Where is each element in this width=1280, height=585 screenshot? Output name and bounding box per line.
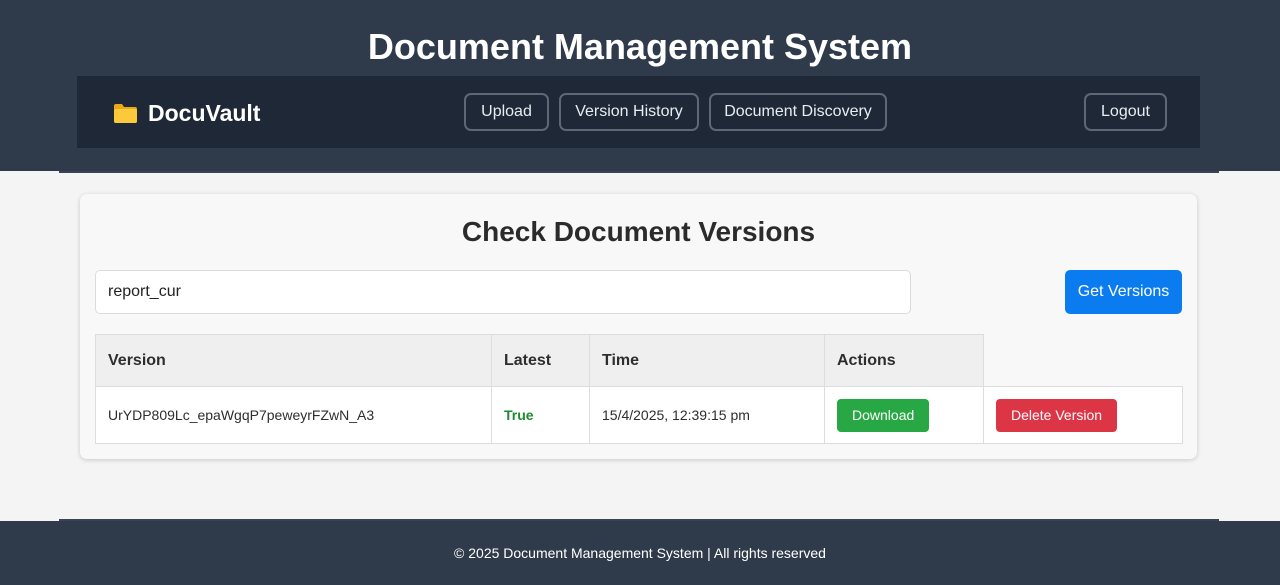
nav-version-history-button[interactable]: Version History: [559, 93, 699, 131]
folder-icon: [113, 103, 138, 124]
navbar: DocuVault Upload Version History Documen…: [77, 76, 1200, 148]
column-header-empty: [983, 334, 1183, 387]
download-button[interactable]: Download: [837, 398, 930, 432]
version-id-cell: UrYDP809Lc_epaWgqP7peweyrFZwN_A3: [95, 386, 492, 444]
versions-table: Version Latest Time Actions UrYDP809Lc_e…: [95, 334, 1183, 444]
versions-card: Check Document Versions Get Versions Ver…: [80, 194, 1197, 459]
brand-logo[interactable]: DocuVault: [113, 98, 260, 128]
logout-button[interactable]: Logout: [1084, 93, 1167, 131]
column-header-version: Version: [95, 334, 492, 387]
site-header: Document Management System DocuVault Upl…: [0, 0, 1280, 171]
footer-copyright: © 2025 Document Management System | All …: [454, 545, 826, 561]
table-header-row: Version Latest Time Actions: [95, 334, 1183, 387]
latest-cell: True: [491, 386, 590, 444]
header-divider: [59, 171, 1219, 173]
time-cell: 15/4/2025, 12:39:15 pm: [589, 386, 825, 444]
page-title: Document Management System: [367, 26, 913, 67]
column-header-latest: Latest: [491, 334, 590, 387]
delete-cell: Delete Version: [983, 386, 1183, 444]
document-name-input[interactable]: [95, 270, 911, 314]
download-cell: Download: [824, 386, 984, 444]
column-header-actions: Actions: [824, 334, 984, 387]
table-row: UrYDP809Lc_epaWgqP7peweyrFZwN_A3 True 15…: [95, 386, 1183, 444]
nav-upload-button[interactable]: Upload: [464, 93, 549, 131]
get-versions-button[interactable]: Get Versions: [1065, 270, 1182, 314]
latest-status: True: [504, 407, 534, 423]
nav-document-discovery-button[interactable]: Document Discovery: [709, 93, 887, 131]
column-header-time: Time: [589, 334, 825, 387]
site-footer: © 2025 Document Management System | All …: [0, 521, 1280, 585]
brand-name: DocuVault: [148, 99, 261, 126]
card-title: Check Document Versions: [461, 216, 816, 247]
delete-version-button[interactable]: Delete Version: [996, 398, 1118, 432]
